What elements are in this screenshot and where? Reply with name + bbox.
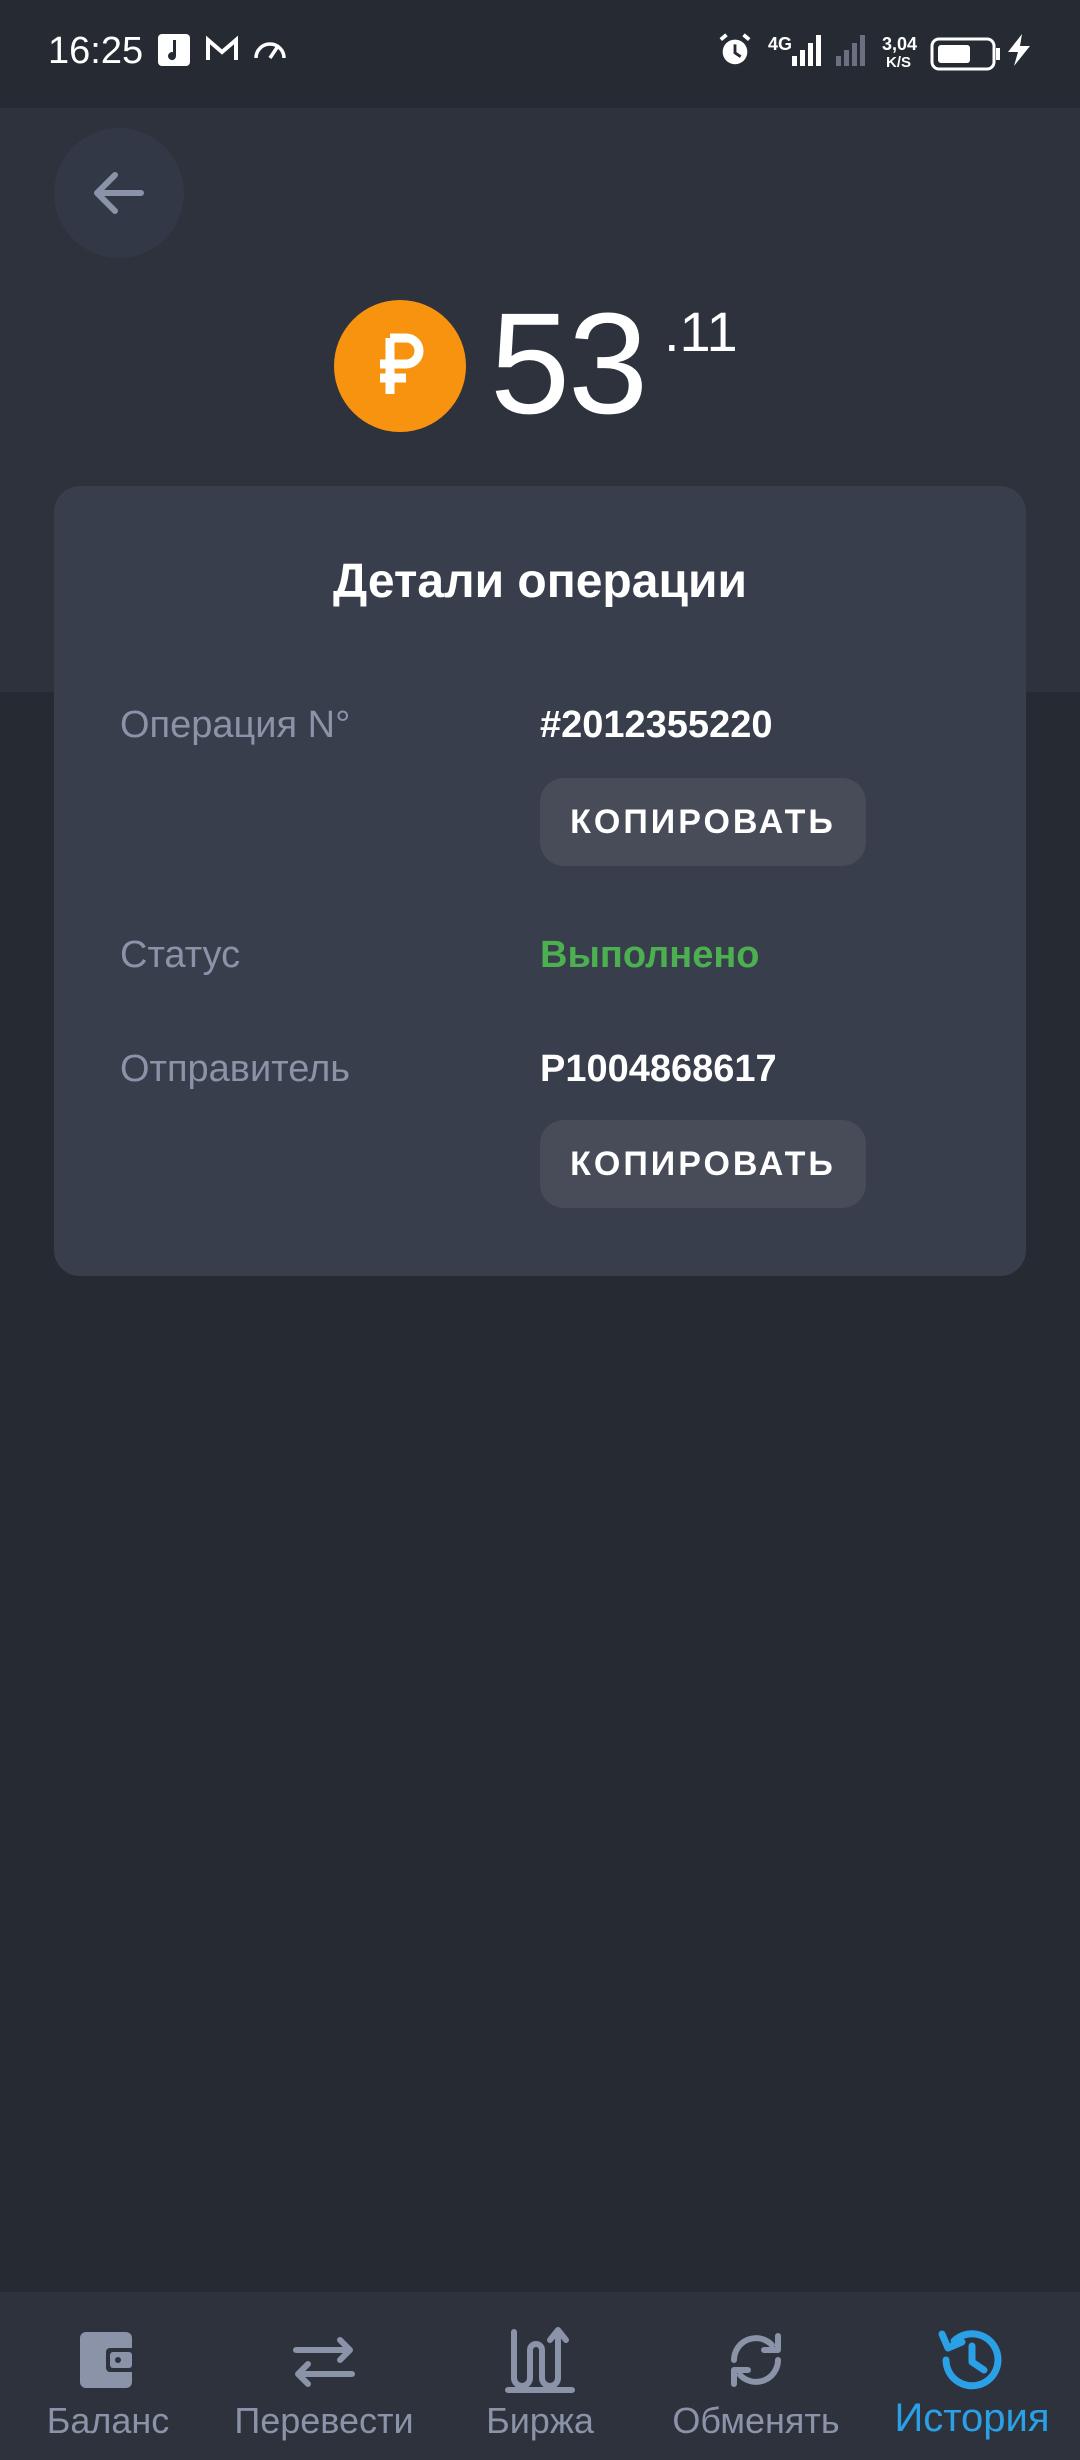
transfer-arrows-icon [293,2337,355,2387]
nav-item-balance[interactable]: Баланс [0,2292,216,2460]
wallet-icon [80,2332,136,2388]
battery-icon [930,37,1000,71]
nav-item-transfer[interactable]: Перевести [216,2292,432,2460]
operation-details-card: Детали операции Операция N° #2012355220 … [54,486,1026,1276]
charging-icon [1008,34,1030,66]
status-value: Выполнено [540,934,760,976]
back-button[interactable] [54,128,184,258]
copy-sender-button[interactable]: КОПИРОВАТЬ [540,1120,866,1208]
copy-operation-button[interactable]: КОПИРОВАТЬ [540,778,866,866]
ruble-sign-icon [380,333,424,394]
data-speed-value: 3,04 [882,34,918,54]
nav-label-exchange: Биржа [486,2400,594,2441]
status-label: Статус [120,934,241,976]
status-bar: 16:25 4G 3,04 K/S [0,0,1080,108]
music-app-icon [158,34,190,66]
ruble-coin-icon [334,300,466,432]
sender-label: Отправитель [120,1048,351,1090]
card-title: Детали операции [333,555,747,608]
status-time: 16:25 [48,30,144,72]
data-speed-unit: K/S [886,54,912,71]
bottom-navigation: Баланс Перевести Биржа Обменять История [0,2292,1080,2460]
exchange-chart-icon [505,2327,575,2393]
amount-fraction: .11 [664,300,738,363]
nav-label-history: История [894,2396,1050,2440]
arrow-left-icon [94,172,144,214]
nav-label-balance: Баланс [46,2400,170,2441]
nav-item-convert[interactable]: Обменять [648,2292,864,2460]
alarm-icon [719,33,751,65]
signal-weak-icon [836,35,865,66]
network-type: 4G [768,34,793,54]
operation-number-label: Операция N° [120,704,351,746]
nav-item-exchange[interactable]: Биржа [432,2292,648,2460]
sender-value: P1004868617 [540,1048,777,1090]
amount-integer: 53 [490,283,648,444]
nav-label-convert: Обменять [672,2400,840,2441]
history-icon [938,2330,1002,2390]
operation-number-value: #2012355220 [540,704,773,746]
nav-label-transfer: Перевести [234,2400,414,2441]
refresh-icon [731,2333,781,2387]
speedometer-icon [254,42,286,59]
mail-icon [206,35,238,60]
signal-icon [792,35,821,66]
nav-item-history[interactable]: История [864,2292,1080,2460]
